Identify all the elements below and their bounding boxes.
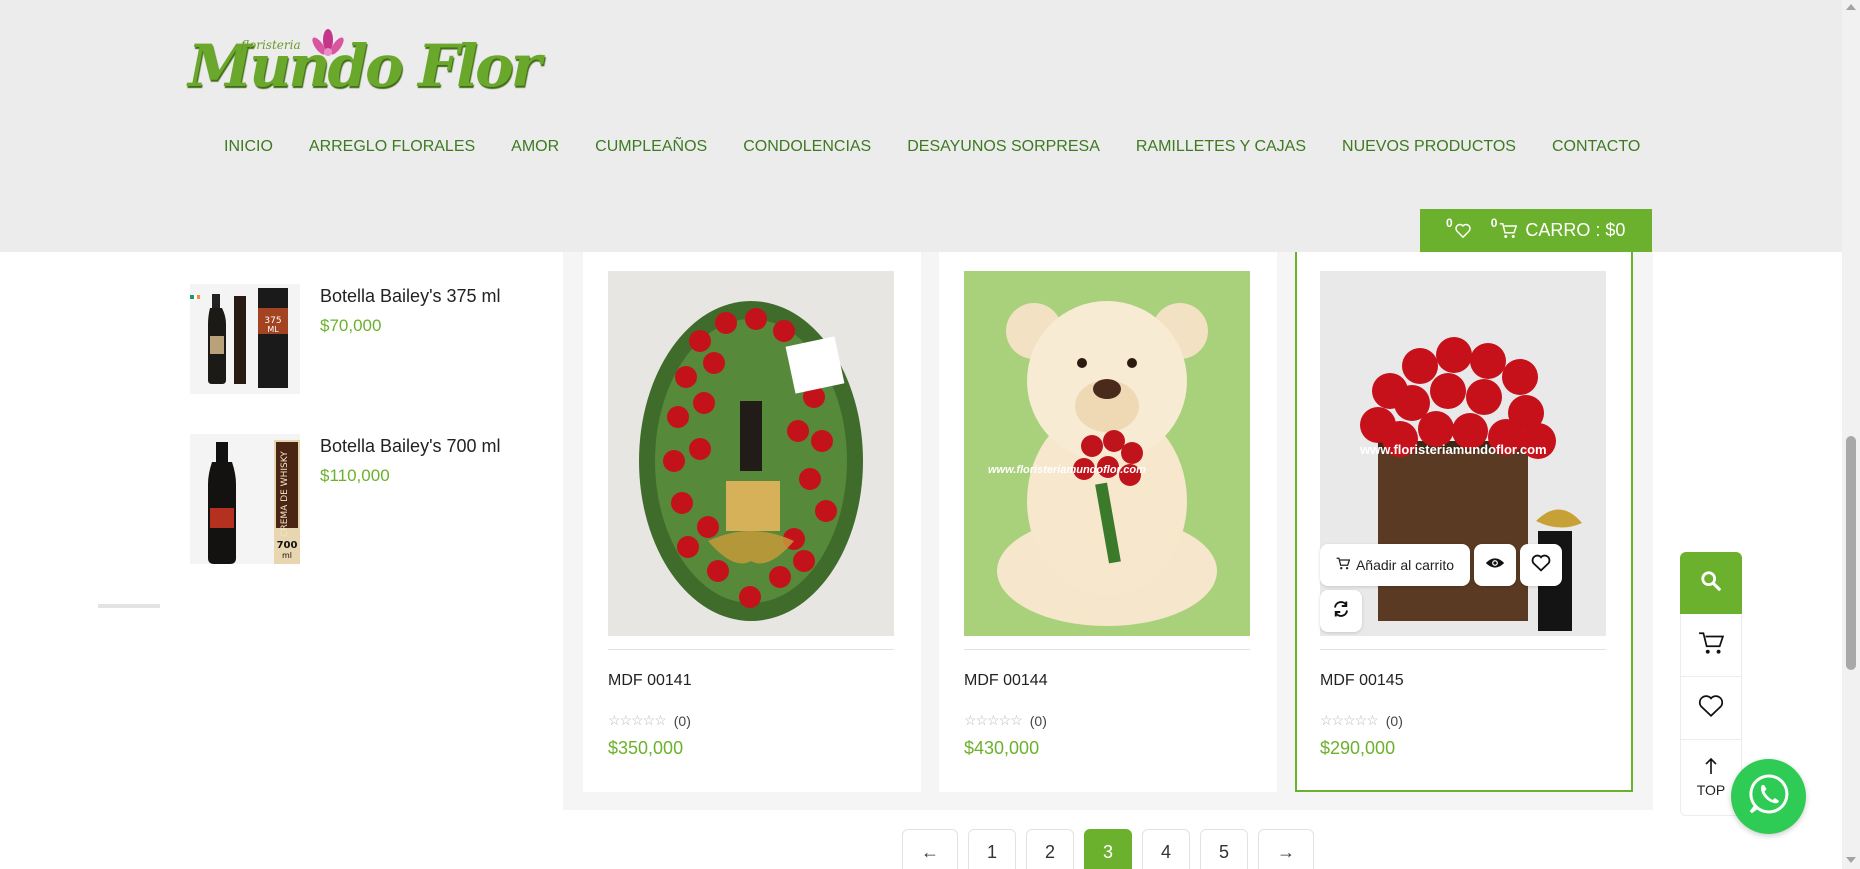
flower-icon (312, 29, 344, 56)
product-price: $430,000 (964, 738, 1040, 758)
product-card[interactable]: www.floristeriamundoflor.com Añadir al c… (1295, 252, 1633, 792)
arrow-up-icon (1704, 757, 1718, 780)
product-name[interactable]: MDF 00144 (964, 672, 1048, 690)
sidebar-product-title[interactable]: Botella Bailey's 700 ml (320, 436, 501, 457)
pagination-page-4[interactable]: 4 (1142, 829, 1190, 869)
page-scrollbar[interactable] (1842, 0, 1860, 869)
heart-icon (1698, 694, 1724, 723)
add-to-wishlist-button[interactable] (1520, 544, 1562, 586)
cart-count: 0 (1490, 215, 1498, 230)
review-count: (0) (1029, 712, 1047, 729)
sidebar-product-price: $110,000 (320, 466, 390, 485)
product-rating: ☆☆☆☆☆ (0) (608, 712, 691, 729)
image-watermark: www.floristeriamundoflor.com (988, 464, 1146, 476)
product-price: $290,000 (1320, 738, 1396, 758)
pagination-page-2[interactable]: 2 (1026, 829, 1074, 869)
nav-condolencias[interactable]: CONDOLENCIAS (725, 138, 889, 156)
pagination: ← 1 2 3 4 5 → (902, 829, 1314, 869)
logo-tagline: floristeria (241, 38, 301, 52)
svg-text:ML: ML (267, 325, 279, 334)
card-divider (1320, 649, 1606, 650)
star-rating-icon: ☆☆☆☆☆ (1320, 712, 1379, 728)
star-rating-icon: ☆☆☆☆☆ (608, 712, 667, 728)
nav-ramilletes-y-cajas[interactable]: RAMILLETES Y CAJAS (1118, 138, 1324, 156)
product-name[interactable]: MDF 00145 (1320, 672, 1404, 690)
main-nav: INICIO ARREGLO FLORALES AMOR CUMPLEAÑOS … (212, 138, 1658, 156)
nav-arreglo-florales[interactable]: ARREGLO FLORALES (291, 138, 493, 156)
page: Mundo Flor floristeria INICIO ARREGLO FL… (0, 0, 1860, 869)
scroll-down-arrow-icon[interactable] (1846, 857, 1856, 863)
heart-icon[interactable] (1454, 223, 1471, 238)
heart-icon (1531, 554, 1551, 577)
pagination-page-3[interactable]: 3 (1084, 829, 1132, 869)
nav-nuevos-productos[interactable]: NUEVOS PRODUCTOS (1324, 138, 1534, 156)
sidebar-product-price: $70,000 (320, 316, 382, 335)
pagination-next[interactable]: → (1258, 829, 1314, 869)
cart-label: CARRO : $0 (1525, 220, 1626, 240)
product-image[interactable]: www.floristeriamundoflor.com (964, 271, 1250, 636)
site-logo[interactable]: Mundo Flor floristeria (186, 26, 541, 106)
floating-toolbar: TOP (1680, 552, 1742, 816)
site-header: Mundo Flor floristeria INICIO ARREGLO FL… (0, 0, 1842, 252)
product-image[interactable] (608, 271, 894, 636)
whatsapp-button[interactable] (1731, 759, 1806, 834)
product-card[interactable]: www.floristeriamundoflor.com MDF 00144 ☆… (939, 252, 1277, 792)
sidebar-product-title[interactable]: Botella Bailey's 375 ml (320, 286, 501, 307)
eye-icon (1485, 556, 1505, 575)
svg-text:ml: ml (282, 551, 292, 560)
wishlist-count: 0 (1446, 215, 1453, 230)
refresh-icon (1332, 600, 1350, 623)
quick-view-button[interactable] (1474, 544, 1516, 586)
star-rating-icon: ☆☆☆☆☆ (964, 712, 1023, 728)
product-name[interactable]: MDF 00141 (608, 672, 692, 690)
nav-amor[interactable]: AMOR (493, 138, 577, 156)
product-price: $350,000 (608, 738, 684, 758)
product-rating: ☆☆☆☆☆ (0) (964, 712, 1047, 729)
float-search-button[interactable] (1680, 552, 1742, 614)
product-rating: ☆☆☆☆☆ (0) (1320, 712, 1403, 729)
scroll-thumb[interactable] (1846, 436, 1856, 670)
cart-bar[interactable]: 0 0 CARRO : $0 (1420, 209, 1652, 252)
nav-desayunos-sorpresa[interactable]: DESAYUNOS SORPRESA (889, 138, 1118, 156)
whatsapp-icon (1747, 772, 1791, 821)
add-to-cart-button[interactable]: Añadir al carrito (1320, 544, 1470, 586)
pagination-page-1[interactable]: 1 (968, 829, 1016, 869)
card-divider (608, 649, 894, 650)
image-watermark: www.floristeriamundoflor.com (1360, 442, 1547, 457)
product-thumbnail[interactable]: CREMA DE WHISKY 700 ml (190, 434, 300, 564)
compare-button[interactable] (1320, 590, 1362, 632)
sidebar-divider (98, 604, 160, 608)
cart-icon (1698, 631, 1725, 660)
pagination-prev[interactable]: ← (902, 829, 958, 869)
svg-text:700: 700 (277, 540, 298, 551)
scroll-up-arrow-icon[interactable] (1846, 4, 1856, 10)
float-top-label: TOP (1696, 782, 1726, 798)
pagination-page-5[interactable]: 5 (1200, 829, 1248, 869)
review-count: (0) (1385, 712, 1403, 729)
nav-cumpleanos[interactable]: CUMPLEAÑOS (577, 138, 725, 156)
review-count: (0) (673, 712, 691, 729)
cart-icon (1336, 557, 1351, 573)
cart-icon (1499, 222, 1518, 239)
float-wishlist-button[interactable] (1680, 677, 1742, 740)
sidebar-product[interactable]: CREMA DE WHISKY 700 ml Botella Bailey's … (190, 434, 530, 564)
sidebar-product[interactable]: 375 ML Botella Bailey's 375 ml $70,000 (190, 284, 530, 394)
add-to-cart-label: Añadir al carrito (1355, 557, 1455, 573)
product-thumbnail[interactable]: 375 ML (190, 284, 300, 394)
nav-contacto[interactable]: CONTACTO (1534, 138, 1658, 156)
nav-inicio[interactable]: INICIO (212, 138, 291, 156)
product-card[interactable]: MDF 00141 ☆☆☆☆☆ (0) $350,000 (583, 252, 921, 792)
svg-text:CREMA DE WHISKY: CREMA DE WHISKY (280, 451, 290, 537)
card-divider (964, 649, 1250, 650)
float-cart-button[interactable] (1680, 614, 1742, 677)
search-icon (1700, 570, 1722, 597)
